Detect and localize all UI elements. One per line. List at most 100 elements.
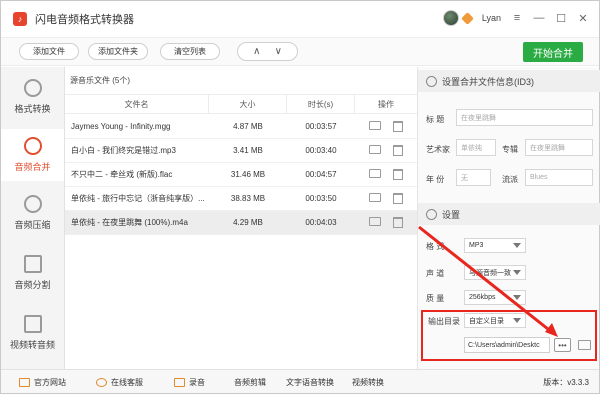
record-label: 录音 bbox=[189, 377, 205, 387]
status-bar: 官方网站 在线客服 录音 音频剪辑 文字语音转换 视频转换 版本：v3.3.3 bbox=[1, 369, 599, 393]
album-label: 专辑 bbox=[502, 145, 518, 154]
app-logo-icon: ♪ bbox=[13, 12, 27, 26]
file-size: 31.46 MB bbox=[230, 170, 266, 179]
file-duration: 00:03:40 bbox=[305, 146, 337, 155]
tts-link[interactable]: 文字语音转换 bbox=[286, 370, 334, 394]
output-select[interactable]: 自定义目录 bbox=[464, 313, 526, 328]
id3-header: 设置合并文件信息(ID3) bbox=[418, 70, 600, 92]
column-header-name: 文件名 bbox=[65, 95, 209, 113]
title-field[interactable]: 在夜里跳舞 bbox=[456, 109, 593, 126]
add-file-button[interactable]: 添加文件 bbox=[19, 43, 79, 60]
file-size: 38.83 MB bbox=[230, 194, 266, 203]
music-note-icon bbox=[23, 195, 42, 213]
format-label: 格 式 bbox=[426, 242, 445, 251]
table-row[interactable]: 单依纯 - 旅行中忘记（浙音纯享版）... 38.83 MB 00:03:50 bbox=[65, 187, 417, 211]
app-title: 闪电音频格式转换器 bbox=[35, 14, 134, 26]
output-path-field[interactable]: C:\Users\admin\Desktc bbox=[464, 337, 550, 353]
file-size: 3.41 MB bbox=[233, 146, 263, 155]
reorder-controls: ∧ ∨ bbox=[237, 42, 298, 61]
file-list-panel: 源音乐文件 (5个) 文件名 大小 时长(s) 操作 Jaymes Young … bbox=[65, 67, 417, 369]
file-duration: 00:03:50 bbox=[305, 194, 337, 203]
settings-header: 设置 bbox=[418, 203, 600, 225]
trash-icon[interactable] bbox=[393, 217, 403, 228]
list-title: 源音乐文件 (5个) bbox=[70, 76, 130, 85]
folder-icon[interactable] bbox=[369, 169, 381, 178]
column-header-size: 大小 bbox=[209, 95, 287, 113]
sidebar-item-audio-split[interactable]: 音频分割 bbox=[1, 247, 64, 299]
move-down-icon[interactable]: ∨ bbox=[275, 46, 282, 57]
version-label: 版本：v3.3.3 bbox=[543, 378, 589, 387]
sidebar-item-label: 格式转换 bbox=[14, 104, 51, 114]
output-value: 自定义目录 bbox=[469, 317, 504, 325]
format-select[interactable]: MP3 bbox=[464, 238, 526, 253]
sidebar-item-audio-compress[interactable]: 音频压缩 bbox=[1, 187, 64, 239]
add-folder-button[interactable]: 添加文件夹 bbox=[88, 43, 148, 60]
minimize-icon[interactable]: — bbox=[533, 12, 545, 24]
sidebar-item-label: 音频合并 bbox=[14, 162, 51, 172]
folder-icon[interactable] bbox=[369, 121, 381, 130]
headset-icon bbox=[96, 377, 107, 387]
chevron-down-icon bbox=[513, 318, 521, 323]
file-size: 4.29 MB bbox=[233, 218, 263, 227]
title-label: 标 题 bbox=[426, 115, 445, 124]
play-icon bbox=[23, 315, 42, 333]
sidebar-item-format-convert[interactable]: 格式转换 bbox=[1, 71, 64, 123]
merge-icon bbox=[23, 137, 42, 155]
close-icon[interactable]: ✕ bbox=[577, 12, 589, 25]
trash-icon[interactable] bbox=[393, 121, 403, 132]
album-field[interactable]: 在夜里跳舞 bbox=[525, 139, 593, 156]
service-label: 在线客服 bbox=[111, 377, 143, 387]
folder-icon[interactable] bbox=[578, 340, 591, 350]
record-link[interactable]: 录音 bbox=[174, 370, 205, 394]
trash-icon[interactable] bbox=[393, 193, 403, 204]
move-up-icon[interactable]: ∧ bbox=[253, 46, 260, 57]
table-row[interactable]: Jaymes Young - Infinity.mgg 4.87 MB 00:0… bbox=[65, 115, 417, 139]
browse-button[interactable]: ••• bbox=[554, 338, 571, 352]
chevron-down-icon bbox=[513, 243, 521, 248]
folder-icon[interactable] bbox=[369, 145, 381, 154]
year-field[interactable]: 无 bbox=[456, 169, 491, 186]
restore-icon[interactable]: ☐ bbox=[555, 12, 567, 25]
clear-list-button[interactable]: 清空列表 bbox=[160, 43, 220, 60]
quality-value: 256kbps bbox=[469, 294, 496, 301]
sidebar-item-video-to-audio[interactable]: 视频转音频 bbox=[1, 307, 64, 359]
format-value: MP3 bbox=[469, 242, 484, 249]
genre-label: 流派 bbox=[502, 175, 518, 184]
monitor-icon bbox=[19, 377, 30, 387]
record-icon bbox=[174, 377, 185, 387]
username[interactable]: Lyan bbox=[482, 13, 501, 23]
table-row[interactable]: 白小白 - 我们终究是错过.mp3 3.41 MB 00:03:40 bbox=[65, 139, 417, 163]
artist-label: 艺术家 bbox=[426, 145, 450, 154]
audio-cut-link[interactable]: 音频剪辑 bbox=[234, 370, 266, 394]
channel-select[interactable]: 与源音频一致 bbox=[464, 265, 526, 280]
folder-icon[interactable] bbox=[369, 217, 381, 226]
channel-label: 声 道 bbox=[426, 269, 445, 278]
table-row-selected[interactable]: 单依纯 - 在夜里跳舞 (100%).m4a 4.29 MB 00:04:03 bbox=[65, 211, 417, 235]
menu-icon[interactable]: ≡ bbox=[511, 12, 523, 24]
sidebar: 格式转换 音频合并 音频压缩 音频分割 视频转音频 bbox=[1, 67, 65, 369]
chevron-down-icon bbox=[513, 270, 521, 275]
gear-icon bbox=[426, 208, 437, 220]
sidebar-item-label: 视频转音频 bbox=[9, 340, 55, 350]
quality-select[interactable]: 256kbps bbox=[464, 290, 526, 305]
quality-label: 质 量 bbox=[426, 294, 445, 303]
table-header: 文件名 大小 时长(s) 操作 bbox=[65, 94, 417, 114]
website-link[interactable]: 官方网站 bbox=[19, 370, 66, 394]
artist-field[interactable]: 单依纯 bbox=[456, 139, 496, 156]
file-name: 单依纯 - 旅行中忘记（浙音纯享版）... bbox=[71, 194, 205, 203]
user-avatar[interactable] bbox=[442, 10, 459, 26]
table-row[interactable]: 不只中二 - 牵丝戏 (新版).flac 31.46 MB 00:04:57 bbox=[65, 163, 417, 187]
online-service-link[interactable]: 在线客服 bbox=[96, 370, 143, 394]
genre-field[interactable]: Blues bbox=[525, 169, 593, 186]
sidebar-item-audio-merge[interactable]: 音频合并 bbox=[1, 129, 64, 181]
sidebar-item-label: 音频压缩 bbox=[14, 220, 51, 230]
file-size: 4.87 MB bbox=[233, 122, 263, 131]
folder-icon[interactable] bbox=[369, 193, 381, 202]
title-bar-controls: Lyan ≡ — ☐ ✕ bbox=[442, 10, 589, 26]
trash-icon[interactable] bbox=[393, 169, 403, 180]
website-label: 官方网站 bbox=[34, 377, 66, 387]
video-convert-link[interactable]: 视频转换 bbox=[352, 370, 384, 394]
trash-icon[interactable] bbox=[393, 145, 403, 156]
id3-header-label: 设置合并文件信息(ID3) bbox=[442, 76, 534, 87]
start-merge-button[interactable]: 开始合并 bbox=[523, 42, 583, 62]
